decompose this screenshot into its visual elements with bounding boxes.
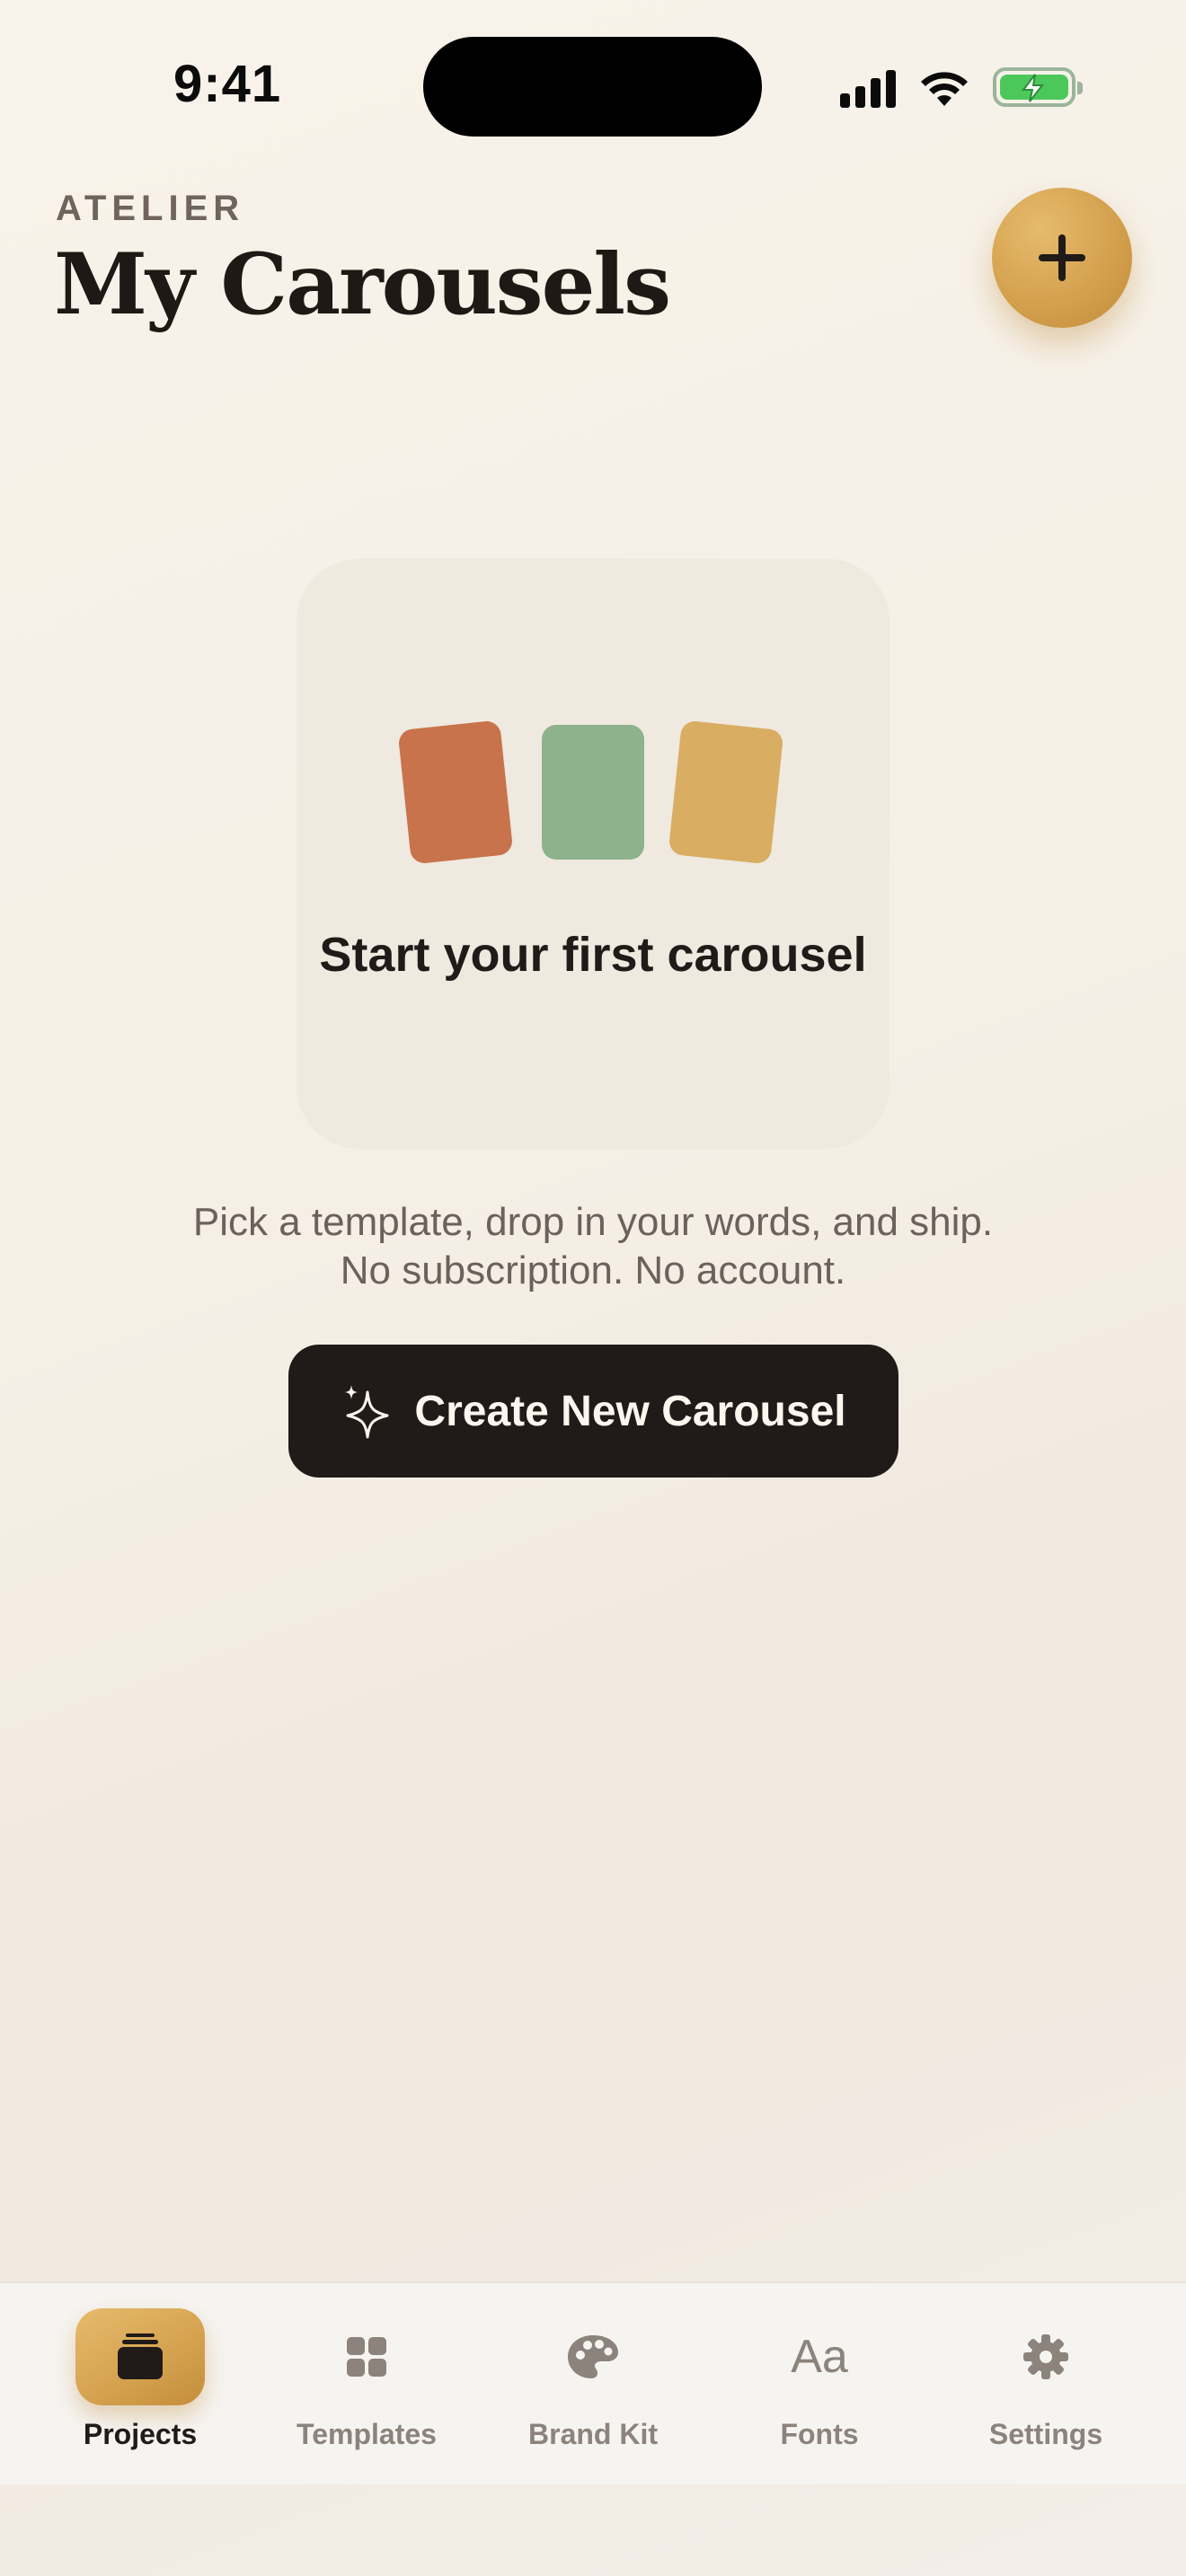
carousel-tile-illustration (542, 725, 644, 860)
empty-state-card: Start your first carousel (296, 559, 890, 1149)
tab-label: Projects (83, 2418, 198, 2450)
tab-projects[interactable]: Projects (22, 2283, 259, 2484)
empty-state-subtitle: Pick a template, drop in your words, and… (0, 1198, 1186, 1295)
status-bar: 9:41 (0, 0, 1186, 171)
create-new-carousel-label: Create New Carousel (414, 1387, 846, 1435)
tab-icon-container (528, 2308, 658, 2405)
dynamic-island (423, 37, 762, 137)
status-time: 9:41 (173, 55, 282, 113)
sparkles-icon (345, 1385, 389, 1439)
tab-fonts[interactable]: Aa Fonts (701, 2283, 938, 2484)
tab-label: Templates (296, 2418, 437, 2450)
create-new-carousel-button[interactable]: Create New Carousel (288, 1345, 898, 1478)
stack-icon (118, 2333, 163, 2379)
tab-label: Brand Kit (528, 2418, 658, 2450)
tab-bar: Projects Templates Brand Kit Aa Fonts Se… (0, 2281, 1186, 2484)
empty-state-subtitle-line: Pick a template, drop in your words, and… (192, 1200, 994, 1244)
tab-icon-container: Aa (755, 2308, 884, 2405)
gear-icon (1023, 2334, 1068, 2379)
empty-state-title: Start your first carousel (319, 928, 867, 982)
plus-icon (1039, 234, 1085, 281)
cellular-signal-icon (840, 66, 896, 108)
carousel-tile-illustration (668, 719, 784, 865)
status-icons (840, 65, 1083, 110)
battery-charging-icon (993, 67, 1083, 107)
add-carousel-button[interactable] (992, 188, 1132, 328)
empty-state-subtitle-line: No subscription. No account. (340, 1248, 846, 1292)
page-title: My Carousels (54, 235, 671, 334)
wifi-icon (921, 72, 968, 106)
tab-label: Settings (988, 2418, 1103, 2450)
app-eyebrow-label: ATELIER (56, 189, 245, 228)
tab-icon-container (981, 2308, 1111, 2405)
tab-icon-container (75, 2308, 205, 2405)
tab-settings[interactable]: Settings (927, 2283, 1164, 2484)
tab-label: Fonts (780, 2418, 859, 2450)
tab-brand-kit[interactable]: Brand Kit (474, 2283, 712, 2484)
tab-icon-container (302, 2308, 431, 2405)
carousel-tile-illustration (397, 719, 514, 865)
palette-icon (568, 2335, 618, 2378)
tab-templates[interactable]: Templates (248, 2283, 485, 2484)
aa-icon: Aa (791, 2331, 848, 2383)
grid-icon (347, 2337, 386, 2377)
